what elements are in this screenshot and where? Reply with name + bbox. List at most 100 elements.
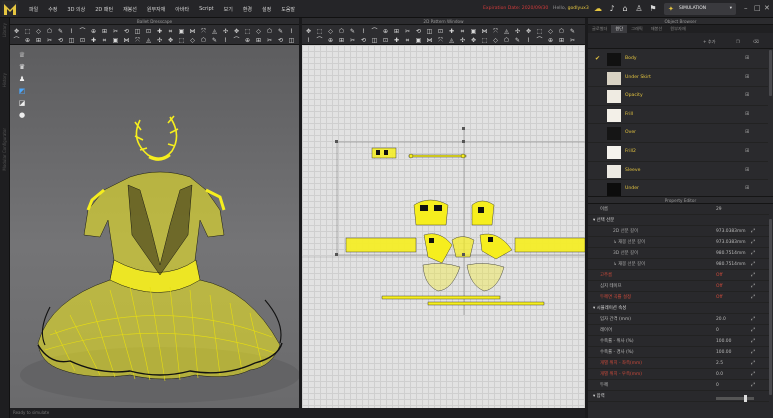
select-icon[interactable]: ⬚ — [536, 28, 543, 35]
avatar-display-icon[interactable]: ♕ — [18, 51, 26, 59]
seam-icon[interactable]: ⌇ — [360, 28, 367, 35]
seam-icon[interactable]: ⌇ — [525, 37, 532, 44]
box-icon[interactable]: ⊡ — [145, 28, 152, 35]
hash-icon[interactable]: ⌗ — [101, 37, 108, 44]
fabric-item[interactable]: ✔ Body ⊞ — [588, 50, 768, 69]
add-icon[interactable]: ⊕ — [382, 28, 389, 35]
point-icon[interactable]: ◇ — [255, 28, 262, 35]
property-value[interactable]: Off — [716, 270, 722, 281]
property-value[interactable]: Off — [716, 281, 722, 292]
rotate-icon[interactable]: ⟲ — [360, 37, 367, 44]
move-icon[interactable]: ✥ — [233, 28, 240, 35]
panel-icon[interactable]: ◫ — [371, 37, 378, 44]
fabric-edit-icon[interactable]: ⊞ — [745, 92, 749, 98]
fabric-item[interactable]: Opacity ⊞ — [588, 87, 768, 106]
property-label[interactable]: ▾ 선택 선분 — [593, 215, 614, 226]
cloud-icon[interactable]: ☁ — [593, 4, 603, 14]
add-icon[interactable]: ⊕ — [24, 37, 31, 44]
grid-icon[interactable]: ⊞ — [35, 37, 42, 44]
point-icon[interactable]: ◇ — [327, 28, 334, 35]
side-tab-library[interactable]: Library — [2, 23, 7, 37]
tab-2[interactable]: 그래픽 — [627, 25, 647, 33]
expand-icon[interactable]: ⤢ — [751, 369, 755, 380]
plus-icon[interactable]: ✚ — [448, 28, 455, 35]
scissors-icon[interactable]: ✂ — [266, 37, 273, 44]
fabric-edit-icon[interactable]: ⊞ — [745, 148, 749, 154]
triangle-icon[interactable]: ◬ — [448, 37, 455, 44]
grid-icon[interactable]: ⊞ — [558, 37, 565, 44]
panel-icon[interactable]: ◫ — [288, 37, 295, 44]
link-icon[interactable]: ⋈ — [426, 37, 433, 44]
star-icon[interactable]: ✣ — [156, 37, 163, 44]
expand-icon[interactable]: ⤢ — [751, 336, 755, 347]
pen-icon[interactable]: ✎ — [569, 28, 576, 35]
curve-icon[interactable]: ⌒ — [536, 37, 543, 44]
expand-icon[interactable]: ⤢ — [751, 292, 755, 303]
expand-icon[interactable]: ⤢ — [751, 259, 755, 270]
scissors-icon[interactable]: ✂ — [569, 37, 576, 44]
rotate-icon[interactable]: ⟲ — [277, 37, 284, 44]
property-name-value[interactable]: 29 — [716, 204, 722, 215]
viewport-3d[interactable] — [10, 45, 299, 408]
point-icon[interactable]: ◇ — [35, 28, 42, 35]
fabric-item[interactable]: Sleeve ⊞ — [588, 162, 768, 181]
fabric-item[interactable]: Under Skirt ⊞ — [588, 69, 768, 88]
flag-icon[interactable]: ⚑ — [648, 4, 658, 14]
star-icon[interactable]: ✣ — [222, 28, 229, 35]
fabric-list-scrollbar[interactable] — [769, 50, 772, 96]
property-value[interactable]: 20.0 — [716, 314, 726, 325]
grid-icon[interactable]: ⊞ — [393, 28, 400, 35]
point-icon[interactable]: ◇ — [189, 37, 196, 44]
pen-icon[interactable]: ✎ — [211, 37, 218, 44]
curve-icon[interactable]: ⌒ — [13, 37, 20, 44]
arrow-icon[interactable]: ⤧ — [200, 28, 207, 35]
curve-icon[interactable]: ⌒ — [79, 28, 86, 35]
scissors-icon[interactable]: ✂ — [349, 37, 356, 44]
link-icon[interactable]: ⋈ — [189, 28, 196, 35]
link-icon[interactable]: ⋈ — [481, 28, 488, 35]
avatar-icon[interactable]: ♟ — [18, 75, 26, 83]
zoom-slider-handle[interactable] — [744, 395, 747, 402]
light-icon[interactable]: ● — [18, 111, 26, 119]
property-value[interactable]: Off — [716, 292, 722, 303]
fabric-item[interactable]: Frill2 ⊞ — [588, 143, 768, 162]
minimize-icon[interactable]: – — [744, 4, 748, 12]
expand-icon[interactable]: ⤢ — [751, 325, 755, 336]
rotate-icon[interactable]: ⟲ — [123, 28, 130, 35]
menu-item[interactable]: 원부자재 — [142, 6, 170, 13]
triangle-icon[interactable]: ◬ — [503, 28, 510, 35]
rotate-icon[interactable]: ⟲ — [415, 28, 422, 35]
home-icon[interactable]: ⌂ — [620, 4, 630, 14]
triangle-icon[interactable]: ◬ — [145, 37, 152, 44]
grid-icon[interactable]: ⊞ — [338, 37, 345, 44]
link-icon[interactable]: ⋈ — [123, 37, 130, 44]
expand-icon[interactable]: ⤢ — [751, 248, 755, 259]
tab-1[interactable]: 원단 — [611, 25, 628, 33]
add-icon[interactable]: ⊕ — [244, 37, 251, 44]
polygon-icon[interactable]: ⬠ — [46, 28, 53, 35]
select-icon[interactable]: ⬚ — [481, 37, 488, 44]
curve-icon[interactable]: ⌒ — [371, 28, 378, 35]
fill-icon[interactable]: ▣ — [112, 37, 119, 44]
select-icon[interactable]: ⬚ — [244, 28, 251, 35]
star-icon[interactable]: ✣ — [514, 28, 521, 35]
fabric-edit-icon[interactable]: ⊞ — [745, 185, 749, 191]
menu-item[interactable]: 설정 — [257, 6, 276, 13]
move-icon[interactable]: ✥ — [525, 28, 532, 35]
grid-icon[interactable]: ⊞ — [255, 37, 262, 44]
fabric-edit-icon[interactable]: ⊞ — [745, 74, 749, 80]
property-value[interactable]: 100.00 — [716, 336, 731, 347]
expand-icon[interactable]: ⤢ — [751, 270, 755, 281]
expand-icon[interactable]: ⤢ — [751, 380, 755, 391]
fabric-edit-icon[interactable]: ⊞ — [745, 111, 749, 117]
tab-4[interactable]: 원부자재 — [666, 25, 689, 33]
expand-icon[interactable]: ⤢ — [751, 314, 755, 325]
property-label[interactable]: ▾ 압력 — [593, 391, 605, 402]
delete-icon[interactable]: ⌫ — [753, 39, 759, 44]
box-icon[interactable]: ⊡ — [79, 37, 86, 44]
property-label[interactable]: ▾ 시뮬레이션 속성 — [593, 303, 626, 314]
pen-icon[interactable]: ✎ — [514, 37, 521, 44]
pattern-window-2d[interactable] — [302, 45, 585, 408]
seam-icon[interactable]: ⌇ — [68, 28, 75, 35]
star-icon[interactable]: ✣ — [459, 37, 466, 44]
